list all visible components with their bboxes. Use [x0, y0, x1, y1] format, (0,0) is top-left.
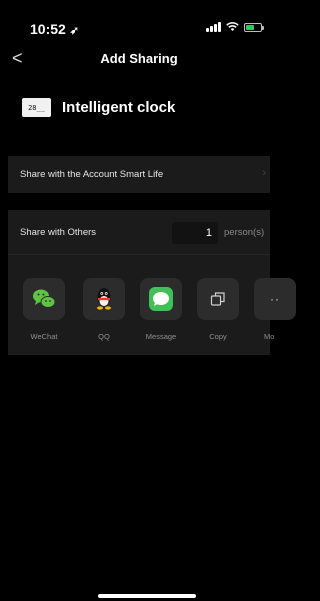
- navigation-bar: < Add Sharing: [0, 44, 278, 74]
- share-with-others-label: Share with Others: [20, 227, 97, 238]
- share-copy-button[interactable]: Copy: [193, 278, 243, 341]
- copy-icon: [197, 278, 239, 320]
- wechat-icon: [23, 278, 65, 320]
- share-with-account-label: Share with the Account Smart Life: [20, 169, 164, 180]
- status-bar: 10:52 ➶: [0, 0, 278, 44]
- page-title: Add Sharing: [100, 51, 178, 66]
- person-count-unit: person(s): [224, 227, 265, 238]
- share-qq-button[interactable]: QQ: [79, 278, 129, 341]
- person-count-input[interactable]: 1: [172, 222, 218, 244]
- message-icon: [140, 278, 182, 320]
- share-with-account-row[interactable]: Share with the Account Smart Life ›: [8, 156, 270, 193]
- qq-icon: [83, 278, 125, 320]
- status-icons: [206, 22, 264, 32]
- share-with-others-row: Share with Others 1 person(s): [8, 210, 270, 255]
- device-header: 28__ Intelligent clock: [22, 98, 175, 117]
- share-wechat-label: WeChat: [30, 332, 58, 341]
- clock-device-icon: 28__: [22, 98, 51, 117]
- signal-icon: [206, 22, 221, 32]
- share-more-button[interactable]: ·· Mo: [250, 278, 296, 341]
- more-icon: ··: [254, 278, 296, 320]
- share-more-label: Mo: [264, 332, 275, 341]
- device-name: Intelligent clock: [62, 99, 176, 116]
- wifi-icon: [226, 22, 239, 31]
- status-time: 10:52 ➶: [30, 21, 79, 37]
- share-qq-label: QQ: [98, 332, 110, 341]
- battery-icon: [244, 22, 264, 32]
- chevron-right-icon: ›: [262, 167, 266, 179]
- share-message-label: Message: [145, 332, 177, 341]
- share-options: WeChat QQ Message Copy ·· Mo: [8, 278, 296, 348]
- home-indicator: [98, 594, 196, 598]
- share-with-others-card: Share with Others 1 person(s) WeChat QQ …: [8, 210, 296, 355]
- share-wechat-button[interactable]: WeChat: [19, 278, 69, 341]
- share-copy-label: Copy: [209, 332, 227, 341]
- share-message-button[interactable]: Message: [136, 278, 186, 341]
